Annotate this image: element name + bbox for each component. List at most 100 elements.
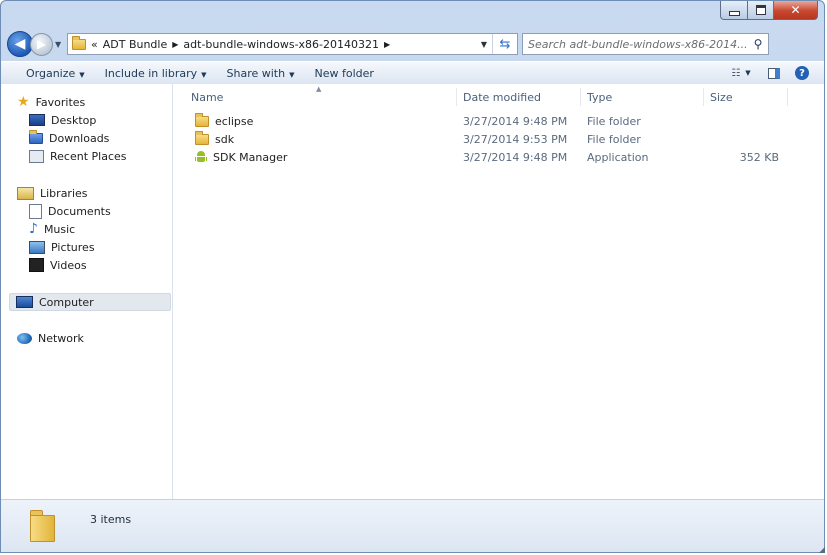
explorer-window: ✕ ◀ ▶ ▼ « ADT Bundle ▶ adt-bundle-window… (0, 0, 825, 553)
network-icon (17, 332, 32, 344)
documents-icon (29, 203, 42, 219)
column-header-date-modified[interactable]: Date modified (457, 88, 581, 106)
file-name-cell: SDK Manager (195, 148, 287, 166)
breadcrumb-separator-icon[interactable]: ▶ (384, 40, 390, 49)
file-type: Application (587, 150, 649, 164)
include-in-library-label: Include in library (104, 66, 198, 80)
help-button[interactable]: ? (788, 66, 816, 80)
column-header-size[interactable]: Size (704, 88, 788, 106)
file-name-cell: sdk (195, 130, 234, 148)
close-icon: ✕ (790, 3, 801, 17)
nav-item-recent-places[interactable]: Recent Places (29, 147, 179, 165)
nav-item-documents[interactable]: Documents (29, 202, 179, 220)
nav-computer[interactable]: Computer (9, 293, 171, 311)
new-folder-button[interactable]: New folder (304, 67, 383, 80)
file-list: Name ▲ Date modified Type Size eclipse 3… (173, 84, 824, 499)
minimize-icon (728, 10, 740, 16)
column-header-label: Type (587, 90, 613, 104)
recent-pages-dropdown[interactable]: ▼ (55, 40, 65, 49)
address-row: ◀ ▶ ▼ « ADT Bundle ▶ adt-bundle-windows-… (7, 31, 818, 57)
file-size: 352 KB (739, 150, 779, 164)
nav-item-pictures[interactable]: Pictures (29, 238, 179, 256)
change-view-button[interactable]: ☷ ▼ (722, 68, 760, 79)
libraries-icon (17, 186, 34, 200)
chevron-down-icon: ▼ (79, 70, 85, 79)
preview-pane-icon (768, 67, 780, 79)
command-bar: Organize ▼ Include in library ▼ Share with… (1, 61, 824, 85)
chevron-down-icon: ▼ (289, 70, 295, 79)
address-history-dropdown[interactable]: ▼ (476, 40, 492, 49)
file-date-modified: 3/27/2014 9:48 PM (463, 114, 568, 128)
file-row-sdk[interactable]: sdk 3/27/2014 9:53 PM File folder (173, 130, 824, 148)
nav-item-label: Desktop (51, 113, 97, 127)
search-input[interactable] (523, 36, 748, 52)
nav-item-videos[interactable]: Videos (29, 256, 179, 274)
organize-menu[interactable]: Organize ▼ (1, 67, 95, 80)
refresh-button[interactable]: ⇆ (492, 34, 517, 54)
chevron-down-icon: ▼ (55, 39, 62, 49)
minimize-button[interactable] (720, 1, 748, 20)
close-button[interactable]: ✕ (774, 1, 818, 20)
music-icon: ♪ (29, 221, 38, 237)
file-type: File folder (587, 114, 641, 128)
nav-computer-label: Computer (39, 295, 94, 309)
nav-item-music[interactable]: ♪ Music (29, 220, 179, 238)
breadcrumb-current-folder[interactable]: adt-bundle-windows-x86-20140321 (178, 38, 384, 51)
arrow-left-icon: ◀ (14, 36, 26, 52)
file-name: SDK Manager (213, 150, 288, 164)
file-date-modified: 3/27/2014 9:48 PM (463, 150, 568, 164)
preview-pane-button[interactable] (760, 67, 788, 79)
status-bar: 3 items (1, 499, 824, 552)
videos-icon (29, 258, 44, 272)
downloads-icon (29, 129, 43, 144)
nav-item-label: Music (43, 222, 76, 236)
share-with-menu[interactable]: Share with ▼ (217, 67, 305, 80)
column-header-name[interactable]: Name ▲ (173, 85, 457, 106)
breadcrumb-adt-bundle[interactable]: ADT Bundle (98, 38, 173, 51)
nav-item-desktop[interactable]: Desktop (29, 111, 179, 129)
nav-item-downloads[interactable]: Downloads (29, 129, 179, 147)
search-icon[interactable]: ⚲ (748, 37, 768, 51)
status-item-count: 3 items (90, 513, 132, 526)
include-in-library-menu[interactable]: Include in library ▼ (95, 67, 217, 80)
help-icon: ? (795, 66, 809, 80)
address-bar[interactable]: « ADT Bundle ▶ adt-bundle-windows-x86-20… (67, 33, 518, 55)
window-caption-buttons: ✕ (720, 1, 818, 20)
column-header-label: Date modified (463, 90, 541, 104)
nav-favorites-label: Favorites (35, 95, 86, 109)
search-box[interactable]: ⚲ (522, 33, 769, 55)
organize-label: Organize (26, 66, 76, 80)
file-type: File folder (587, 132, 641, 146)
nav-libraries[interactable]: Libraries (17, 184, 167, 202)
chevron-down-icon: ▼ (745, 69, 751, 77)
forward-button[interactable]: ▶ (30, 32, 53, 56)
column-header-label: Size (710, 90, 733, 104)
nav-network[interactable]: Network (17, 329, 167, 347)
file-row-sdk-manager[interactable]: SDK Manager 3/27/2014 9:48 PM Applicatio… (173, 148, 824, 166)
file-row-eclipse[interactable]: eclipse 3/27/2014 9:48 PM File folder (173, 112, 824, 130)
nav-item-label: Pictures (51, 240, 95, 254)
desktop-icon (29, 114, 45, 126)
maximize-button[interactable] (748, 1, 774, 20)
computer-icon (16, 296, 33, 308)
android-icon (195, 151, 207, 163)
command-bar-right: ☷ ▼ ? (722, 66, 824, 80)
file-name-cell: eclipse (195, 112, 253, 130)
column-header-label: Name (191, 90, 224, 104)
share-with-label: Share with (226, 66, 286, 80)
pictures-icon (29, 240, 45, 254)
file-date-modified: 3/27/2014 9:53 PM (463, 132, 568, 146)
file-name: eclipse (215, 114, 254, 128)
nav-item-label: Documents (48, 204, 111, 218)
column-header-type[interactable]: Type (581, 88, 704, 106)
sort-ascending-icon: ▲ (316, 85, 322, 93)
view-details-icon: ☷ (731, 67, 741, 79)
nav-libraries-label: Libraries (40, 186, 88, 200)
resize-grip-icon[interactable]: ◢ (819, 545, 825, 554)
nav-favorites[interactable]: ★ Favorites (17, 93, 167, 111)
folder-icon (195, 130, 209, 145)
breadcrumb-overflow[interactable]: « (86, 38, 98, 51)
folder-icon (195, 112, 209, 127)
nav-item-label: Recent Places (50, 149, 127, 163)
nav-item-label: Downloads (49, 131, 110, 145)
